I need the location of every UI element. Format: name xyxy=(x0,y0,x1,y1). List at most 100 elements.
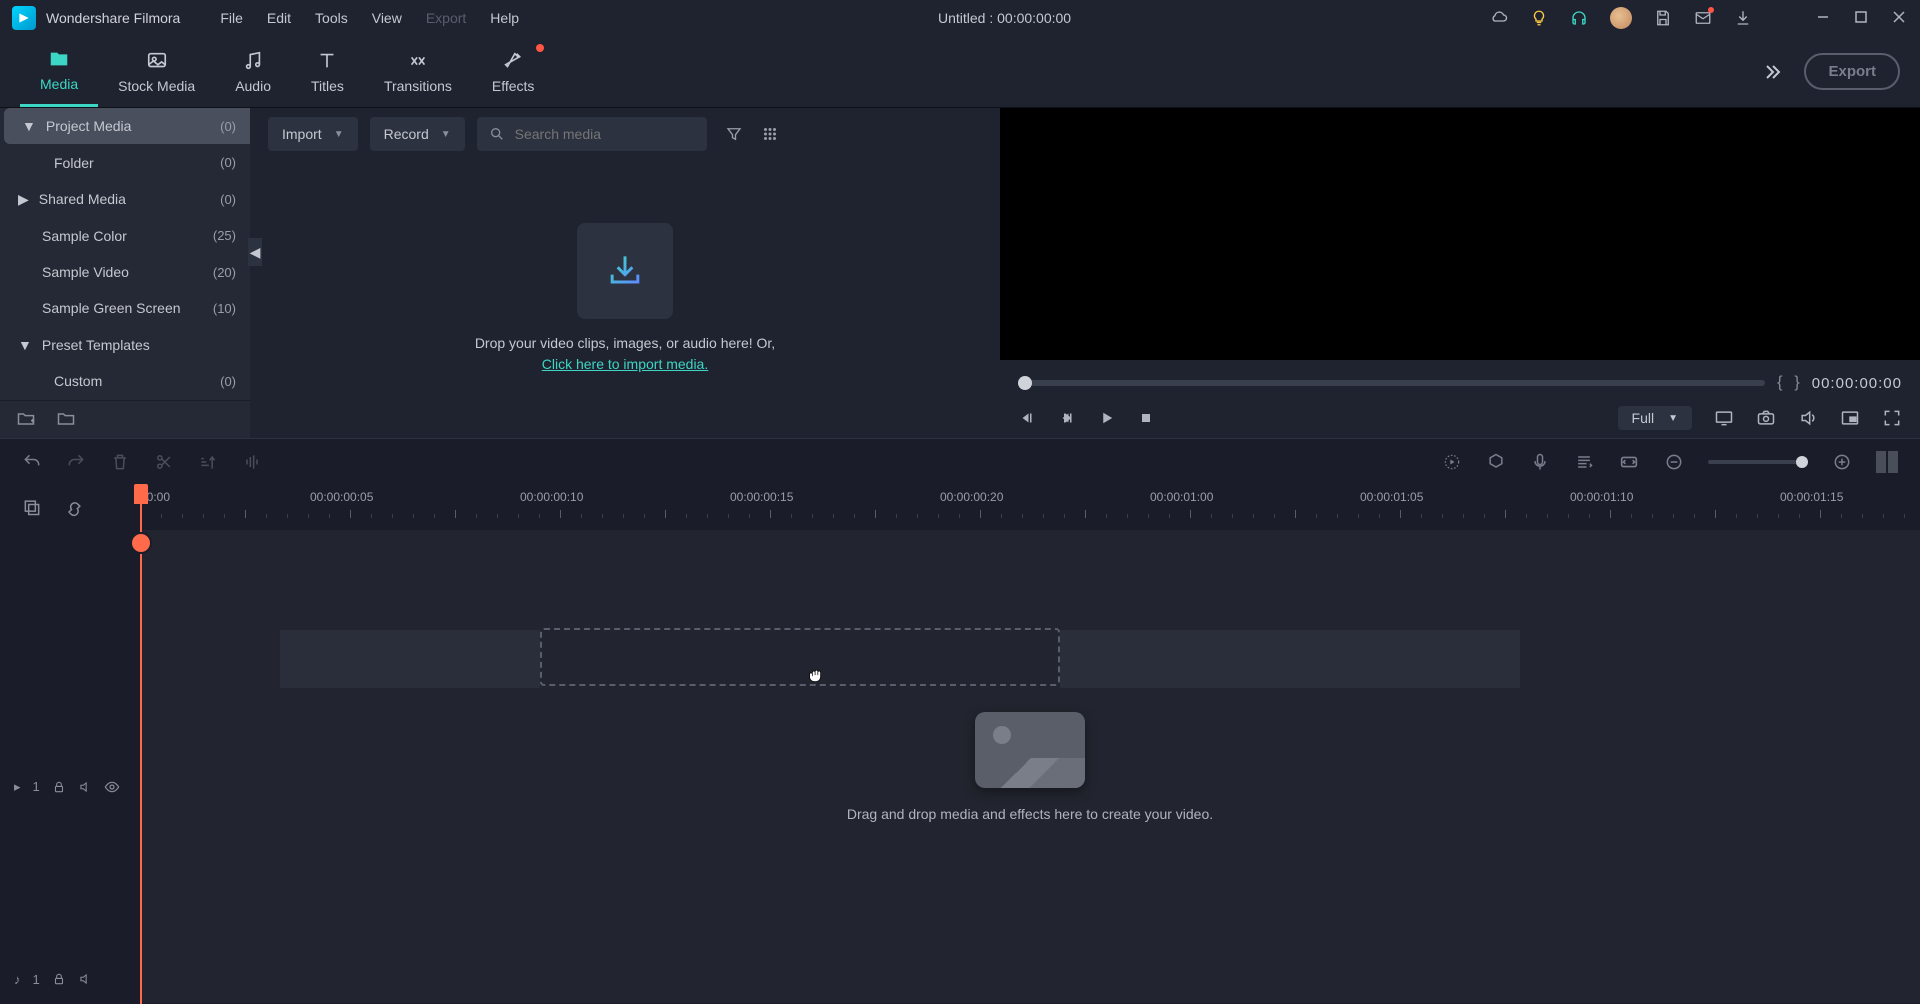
grid-view-icon[interactable] xyxy=(761,125,779,143)
export-button[interactable]: Export xyxy=(1804,53,1900,90)
tab-stock-media[interactable]: Stock Media xyxy=(98,36,215,107)
split-button[interactable] xyxy=(154,452,174,472)
playhead[interactable] xyxy=(140,484,142,1004)
record-dropdown[interactable]: Record▼ xyxy=(370,117,465,151)
sidebar-item-preset-templates[interactable]: ▼ Preset Templates xyxy=(0,327,250,363)
search-input[interactable] xyxy=(515,126,696,142)
next-frame-button[interactable] xyxy=(1058,409,1076,427)
zoom-slider[interactable] xyxy=(1708,460,1808,464)
import-media-link[interactable]: Click here to import media. xyxy=(542,356,709,372)
preview-controls: { } 00:00:00:00 Full▼ xyxy=(1000,360,1920,438)
collapse-sidebar-button[interactable]: ◀ xyxy=(248,238,262,266)
prev-frame-button[interactable] xyxy=(1018,409,1036,427)
sidebar-item-project-media[interactable]: ▼ Project Media (0) xyxy=(4,108,250,144)
lock-icon[interactable] xyxy=(52,972,66,986)
tab-label: Media xyxy=(40,76,78,92)
tab-transitions[interactable]: Transitions xyxy=(364,36,472,107)
ruler-track[interactable]: 00:00 00:00:00:05 00:00:00:10 00:00:00:1… xyxy=(140,484,1920,530)
fullscreen-icon[interactable] xyxy=(1882,408,1902,428)
timeline-ruler[interactable]: 00:00 00:00:00:05 00:00:00:10 00:00:00:1… xyxy=(0,484,1920,530)
audio-edit-button[interactable] xyxy=(242,452,262,472)
preview-viewport[interactable] xyxy=(1000,108,1920,360)
tab-audio[interactable]: Audio xyxy=(215,36,291,107)
volume-icon[interactable] xyxy=(1798,408,1818,428)
snapshot-icon[interactable] xyxy=(1756,408,1776,428)
video-track-header[interactable]: ▸1 xyxy=(0,763,140,811)
tab-titles[interactable]: Titles xyxy=(291,36,364,107)
redo-button[interactable] xyxy=(66,452,86,472)
close-button[interactable] xyxy=(1892,10,1908,26)
menu-file[interactable]: File xyxy=(220,10,243,26)
voiceover-button[interactable] xyxy=(1530,452,1550,472)
fit-button[interactable] xyxy=(1618,451,1640,473)
tab-label: Audio xyxy=(235,78,271,94)
sidebar-item-shared-media[interactable]: ▶ Shared Media (0) xyxy=(0,181,250,217)
download-icon[interactable] xyxy=(1734,9,1752,27)
auto-ripple-button[interactable] xyxy=(64,497,84,517)
sidebar-label: Custom xyxy=(54,373,220,389)
lock-icon[interactable] xyxy=(52,780,66,794)
mute-icon[interactable] xyxy=(78,780,92,794)
zoom-fit-toggle[interactable] xyxy=(1876,451,1898,473)
sidebar-item-custom[interactable]: Custom (0) xyxy=(0,363,250,399)
ruler-tick: 00:00:01:15 xyxy=(1780,490,1843,504)
cloud-icon[interactable] xyxy=(1490,9,1508,27)
save-icon[interactable] xyxy=(1654,9,1672,27)
quality-dropdown[interactable]: Full▼ xyxy=(1618,406,1692,430)
preview-panel: { } 00:00:00:00 Full▼ xyxy=(1000,108,1920,438)
maximize-button[interactable] xyxy=(1854,10,1870,26)
mark-in-button[interactable]: { xyxy=(1777,374,1782,392)
more-tabs-button[interactable] xyxy=(1760,60,1784,84)
preview-scrubber[interactable] xyxy=(1018,380,1765,386)
menu-help[interactable]: Help xyxy=(490,10,519,26)
track-manager-button[interactable] xyxy=(22,497,42,517)
zoom-out-button[interactable] xyxy=(1664,452,1684,472)
zoom-in-button[interactable] xyxy=(1832,452,1852,472)
chevron-down-icon: ▼ xyxy=(334,129,344,140)
dropzone-text: Drop your video clips, images, or audio … xyxy=(475,333,775,375)
crop-button[interactable] xyxy=(198,452,218,472)
import-dropdown[interactable]: Import▼ xyxy=(268,117,358,151)
menu-export[interactable]: Export xyxy=(426,10,466,26)
menu-view[interactable]: View xyxy=(372,10,402,26)
undo-button[interactable] xyxy=(22,452,42,472)
lightbulb-icon[interactable] xyxy=(1530,9,1548,27)
sidebar-label: Preset Templates xyxy=(42,337,236,353)
menu-edit[interactable]: Edit xyxy=(267,10,291,26)
audio-track-header[interactable]: ♪1 xyxy=(0,955,140,1003)
mail-icon[interactable] xyxy=(1694,9,1712,27)
user-avatar[interactable] xyxy=(1610,7,1632,29)
play-button[interactable] xyxy=(1098,409,1116,427)
sidebar-item-sample-color[interactable]: Sample Color (25) xyxy=(0,217,250,253)
mute-icon[interactable] xyxy=(78,972,92,986)
stop-button[interactable] xyxy=(1138,410,1154,426)
audio-mixer-button[interactable] xyxy=(1574,452,1594,472)
tab-effects[interactable]: Effects xyxy=(472,36,555,107)
pip-icon[interactable] xyxy=(1840,408,1860,428)
sidebar-count: (0) xyxy=(220,192,236,207)
sidebar-item-sample-green-screen[interactable]: Sample Green Screen (10) xyxy=(0,290,250,326)
track-content-area[interactable]: Drag and drop media and effects here to … xyxy=(140,530,1920,1003)
delete-button[interactable] xyxy=(110,452,130,472)
import-icon-box xyxy=(577,223,673,319)
visibility-icon[interactable] xyxy=(104,779,120,795)
tab-media[interactable]: Media xyxy=(20,36,98,107)
filter-icon[interactable] xyxy=(725,125,743,143)
menu-tools[interactable]: Tools xyxy=(315,10,348,26)
new-folder-icon[interactable] xyxy=(16,409,36,429)
effects-icon xyxy=(502,50,524,72)
mark-out-button[interactable]: } xyxy=(1794,374,1799,392)
search-media[interactable] xyxy=(477,117,707,151)
folder-icon[interactable] xyxy=(56,409,76,429)
render-preview-button[interactable] xyxy=(1442,452,1462,472)
minimize-button[interactable] xyxy=(1816,10,1832,26)
sidebar-item-sample-video[interactable]: Sample Video (20) xyxy=(0,254,250,290)
headphones-icon[interactable] xyxy=(1570,9,1588,27)
media-dropzone[interactable]: Drop your video clips, images, or audio … xyxy=(250,160,1000,438)
marker-button[interactable] xyxy=(1486,452,1506,472)
zoom-handle[interactable] xyxy=(1796,456,1808,468)
display-icon[interactable] xyxy=(1714,408,1734,428)
scrubber-handle[interactable] xyxy=(1018,376,1032,390)
search-icon xyxy=(489,126,505,142)
sidebar-item-folder[interactable]: Folder (0) xyxy=(0,144,250,180)
